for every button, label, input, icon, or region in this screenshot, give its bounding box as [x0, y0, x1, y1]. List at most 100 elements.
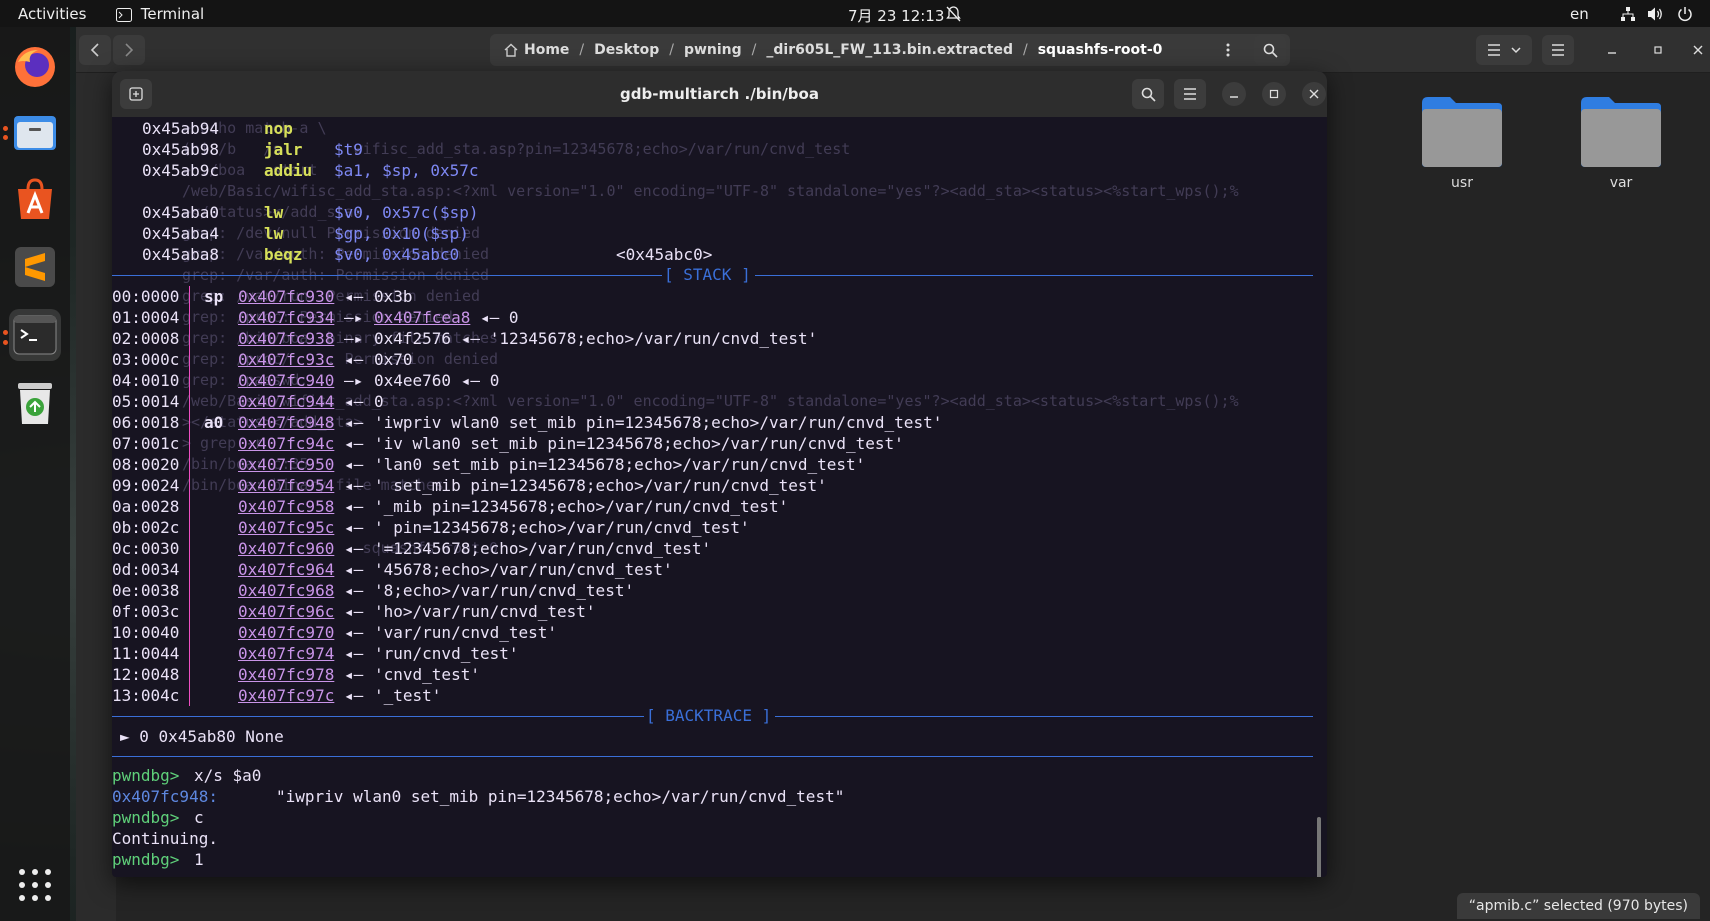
stack-value: 'iv wlan0 set_mib pin=12345678;echo>/var…	[374, 434, 904, 453]
stack-arrow: —▸	[344, 329, 364, 348]
path-extracted[interactable]: _dir605L_FW_113.bin.extracted	[766, 42, 1013, 58]
folder-var[interactable]: var	[1576, 93, 1666, 191]
asm-branch-target: <0x45abc0>	[616, 245, 713, 264]
ghost-line: /web/Basic/wifisc_add_sta.asp:<?xml vers…	[182, 392, 1239, 410]
path-squashfs[interactable]: squashfs-root-0	[1038, 42, 1163, 58]
minimize-icon[interactable]	[1598, 35, 1626, 65]
asm-address: 0x45ab94	[142, 119, 220, 138]
stack-address: 0x407fc954	[238, 476, 335, 495]
apps-grid-icon[interactable]	[9, 859, 61, 911]
stack-arrow: ◂—	[344, 392, 364, 411]
selection-status: “apmib.c” selected (970 bytes)	[1456, 893, 1700, 919]
stack-value: '_test'	[374, 686, 442, 705]
stack-address: 0x407fc95c	[238, 518, 335, 537]
stack-deref: ◂— '12345678;echo>/var/run/cnvd_test'	[460, 329, 818, 348]
stack-address: 0x407fc948	[238, 413, 335, 432]
stack-address: 0x407fc958	[238, 497, 335, 516]
terminal-scrollbar[interactable]	[1317, 817, 1321, 877]
file-manager-header: Home / Desktop / pwning / _dir605L_FW_11…	[76, 27, 1710, 73]
close-icon[interactable]	[1684, 35, 1710, 65]
path-desktop[interactable]: Desktop	[594, 42, 659, 58]
files-icon[interactable]	[9, 106, 61, 158]
home-icon	[504, 43, 518, 57]
stack-arrow: ◂—	[344, 623, 364, 642]
network-icon[interactable]	[1620, 5, 1636, 23]
terminal-window: gdb-multiarch ./bin/boa > echo match-a \…	[112, 71, 1327, 877]
stack-value: 'lan0 set_mib pin=12345678;echo>/var/run…	[374, 455, 866, 474]
path-pwning[interactable]: pwning	[684, 42, 742, 58]
maximize-icon[interactable]	[1644, 35, 1672, 65]
clock[interactable]: 7月 23 12:13	[848, 5, 944, 26]
folder-icon	[1422, 97, 1502, 167]
asm-operands: $t9	[334, 140, 363, 159]
power-icon[interactable]	[1677, 5, 1693, 23]
app-menu[interactable]: Terminal	[116, 5, 204, 23]
terminal-small-icon	[116, 8, 132, 22]
asm-address: 0x45aba8	[142, 245, 220, 264]
backtrace-text: ► 0 0x45ab80 None	[120, 727, 284, 746]
stack-arrow: ◂—	[344, 539, 364, 558]
volume-icon[interactable]	[1647, 5, 1664, 23]
terminal-close-icon[interactable]	[1302, 82, 1326, 106]
stack-address: 0x407fc950	[238, 455, 335, 474]
stack-arrow: ◂—	[344, 602, 364, 621]
view-toggle-button[interactable]	[1476, 35, 1532, 65]
stack-divider-right	[755, 275, 1313, 276]
files-running-dot	[3, 126, 8, 131]
stack-header: [ STACK ]	[664, 265, 751, 284]
hamburger-menu-icon[interactable]	[1542, 35, 1574, 65]
terminal-minimize-icon[interactable]	[1222, 82, 1246, 106]
stack-arrow: —▸	[344, 308, 364, 327]
gdb-prompt: pwndbg>	[112, 850, 180, 869]
stack-arrow: ◂—	[344, 560, 364, 579]
stack-address: 0x407fc938	[238, 329, 335, 348]
stack-arrow: ◂—	[344, 455, 364, 474]
stack-offset: 12:0048	[112, 665, 180, 684]
output-string: "iwpriv wlan0 set_mib pin=12345678;echo>…	[276, 787, 845, 806]
stack-value: 'run/cnvd_test'	[374, 644, 519, 663]
asm-address: 0x45aba0	[142, 203, 220, 222]
dock	[0, 27, 70, 921]
path-menu-icon[interactable]	[1212, 35, 1244, 65]
terminal-menu-icon[interactable]	[1174, 79, 1206, 109]
stack-address: 0x407fc964	[238, 560, 335, 579]
folder-usr[interactable]: usr	[1417, 93, 1507, 191]
terminal-output[interactable]: > echo match-a \ (hi /b /s wifisc_add_sta…	[112, 117, 1327, 877]
firefox-icon[interactable]	[9, 41, 61, 93]
gdb-command: 1	[194, 850, 204, 869]
app-name: Terminal	[140, 5, 205, 23]
stack-offset: 03:000c	[112, 350, 180, 369]
asm-mnemonic: addiu	[264, 161, 313, 180]
stack-value: 0x4ee760	[374, 371, 452, 390]
back-button[interactable]	[79, 35, 111, 65]
path-home[interactable]: Home	[524, 42, 569, 58]
backtrace-divider-right	[775, 716, 1313, 717]
sublime-text-icon[interactable]	[9, 241, 61, 293]
stack-arrow: ◂—	[344, 476, 364, 495]
stack-value: 0	[374, 392, 384, 411]
forward-button[interactable]	[113, 35, 145, 65]
stack-arrow: ◂—	[344, 434, 364, 453]
software-icon[interactable]	[9, 174, 61, 226]
search-icon[interactable]	[1254, 35, 1286, 65]
terminal-maximize-icon[interactable]	[1262, 82, 1286, 106]
activities-button[interactable]: Activities	[18, 5, 86, 23]
stack-register: sp	[204, 287, 224, 306]
terminal-icon[interactable]	[9, 309, 61, 361]
stack-offset: 05:0014	[112, 392, 180, 411]
backtrace-header: [ BACKTRACE ]	[646, 706, 772, 725]
asm-operands: $a1, $sp, 0x57c	[334, 161, 479, 180]
stack-arrow: ◂—	[344, 287, 364, 306]
stack-address: 0x407fc96c	[238, 602, 335, 621]
stack-value: '_mib pin=12345678;echo>/var/run/cnvd_te…	[374, 497, 789, 516]
asm-mnemonic: jalr	[264, 140, 303, 159]
terminal-search-icon[interactable]	[1132, 79, 1164, 109]
trash-icon[interactable]	[9, 377, 61, 429]
stack-value: 0x70	[374, 350, 413, 369]
stack-value: 'iwpriv wlan0 set_mib pin=12345678;echo>…	[374, 413, 943, 432]
input-language[interactable]: en	[1570, 5, 1589, 23]
notifications-muted-icon[interactable]	[946, 5, 961, 23]
stack-offset: 0a:0028	[112, 497, 180, 516]
gdb-command: x/s $a0	[194, 766, 262, 785]
path-bar: Home / Desktop / pwning / _dir605L_FW_11…	[490, 34, 1290, 66]
